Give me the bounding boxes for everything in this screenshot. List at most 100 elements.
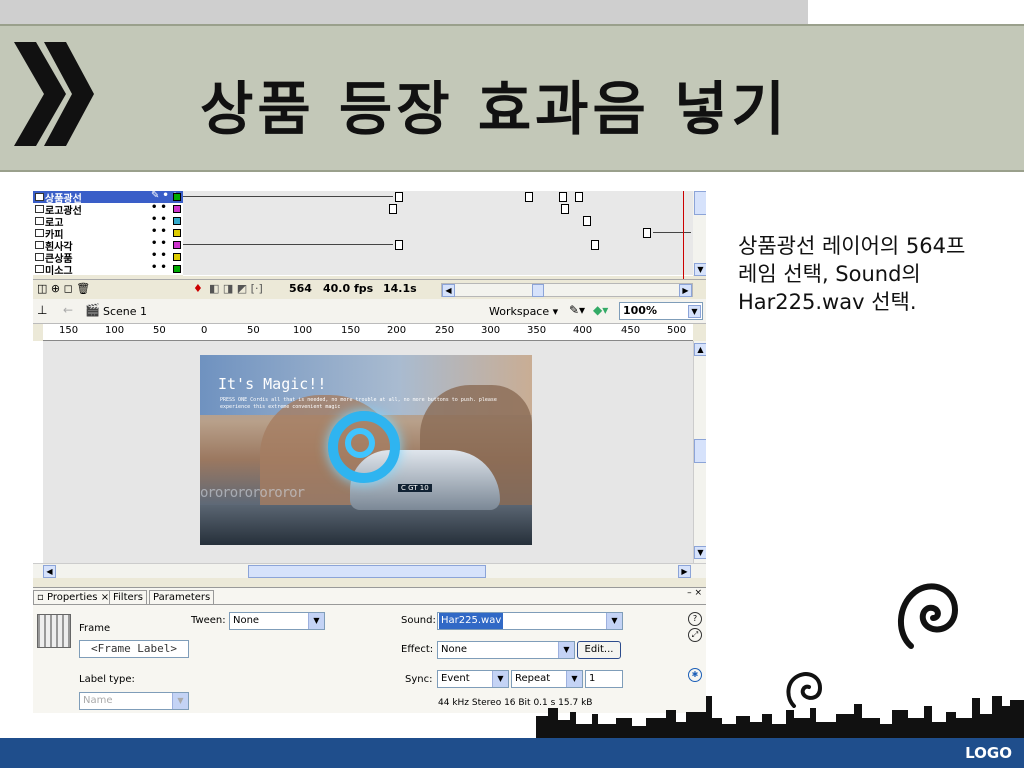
scene-icon: 🎬 <box>85 303 100 317</box>
accessibility-icon[interactable]: ✱ <box>688 668 702 682</box>
chevron-down-icon[interactable]: ▼ <box>606 613 622 629</box>
layer-color-square[interactable] <box>173 205 181 213</box>
flash-screenshot: 상품광선 ✎•• 로고광선 •• 로고 •• 카피 •• 흰사각 •• 큰상품 •• 미소그… <box>33 191 706 713</box>
scroll-left-icon[interactable]: ◀ <box>43 565 56 578</box>
art-road <box>200 505 532 545</box>
scroll-right-icon[interactable]: ▶ <box>679 284 692 297</box>
layer-color-square[interactable] <box>173 229 181 237</box>
timeline-vertical-scrollbar[interactable]: ▼ <box>693 191 706 276</box>
scroll-up-icon[interactable]: ▲ <box>694 343 706 356</box>
help-icon[interactable]: ? <box>688 612 702 626</box>
chevron-down-icon[interactable]: ▼ <box>172 693 188 709</box>
keyframe[interactable] <box>583 216 591 226</box>
ruler-tick: 200 <box>387 325 407 336</box>
keyframe[interactable] <box>591 240 599 250</box>
ruler-tick: 500 <box>667 325 687 336</box>
tab-filters[interactable]: Filters <box>109 590 147 604</box>
layer-toggles[interactable]: •• <box>151 238 170 249</box>
scroll-down-icon[interactable]: ▼ <box>694 546 706 559</box>
sound-value: Har225.wav <box>439 613 504 629</box>
tween-value: None <box>233 615 260 626</box>
layer-icon <box>35 253 44 261</box>
layer-icon <box>35 205 44 213</box>
layer-color-square[interactable] <box>173 241 181 249</box>
timeline-toggle-icon[interactable]: ⊥ <box>37 303 47 317</box>
tab-properties[interactable]: ▫ Properties × <box>33 590 114 604</box>
workspace-label: Workspace <box>489 305 550 318</box>
keyframe[interactable] <box>559 192 567 202</box>
chevron-down-icon[interactable]: ▼ <box>566 671 582 687</box>
timeline-tool-icons[interactable]: ◫ ⊕ ◻ 🗑 <box>37 282 90 295</box>
layer-color-square[interactable] <box>173 193 181 201</box>
timeline-frames[interactable] <box>183 191 693 281</box>
layer-toggles[interactable]: •• <box>151 226 170 237</box>
back-arrow-icon[interactable]: ← <box>63 303 73 317</box>
chevron-down-icon[interactable]: ▼ <box>492 671 508 687</box>
scroll-thumb[interactable] <box>248 565 486 578</box>
scroll-thumb[interactable] <box>532 284 544 297</box>
label-type-label: Label type: <box>79 674 135 685</box>
repeat-select[interactable]: Repeat ▼ <box>511 670 583 688</box>
scene-name[interactable]: Scene 1 <box>103 305 147 318</box>
ruler-tick: 50 <box>247 325 260 336</box>
keyframe[interactable] <box>395 240 403 250</box>
edit-scene-icon[interactable]: ◆▾ <box>593 303 608 317</box>
scroll-thumb[interactable] <box>694 191 706 215</box>
layer-color-square[interactable] <box>173 217 181 225</box>
scroll-left-icon[interactable]: ◀ <box>442 284 455 297</box>
layer-toggles[interactable]: •• <box>151 250 170 261</box>
playhead-marker-icon: ♦ <box>193 282 203 295</box>
logo: LOGO <box>965 744 1012 762</box>
frame-label-field[interactable]: <Frame Label> <box>79 640 189 658</box>
keyframe[interactable] <box>389 204 397 214</box>
scroll-thumb[interactable] <box>694 439 706 463</box>
stage-artwork[interactable]: C GT 10 ororororororor It's Magic!! PRES… <box>200 355 532 545</box>
ruler-tick: 400 <box>573 325 593 336</box>
tab-label: Parameters <box>153 592 211 603</box>
edit-symbol-icon[interactable]: ✎▾ <box>569 303 585 317</box>
timeline-layers: 상품광선 ✎•• 로고광선 •• 로고 •• 카피 •• 흰사각 •• 큰상품 •• 미소그… <box>33 191 183 277</box>
repeat-value: Repeat <box>515 673 551 684</box>
onion-skin-icons[interactable]: ◧ ◨ ◩ [·] <box>209 282 263 295</box>
stage[interactable]: C GT 10 ororororororor It's Magic!! PRES… <box>43 341 693 563</box>
tween-line <box>183 196 393 197</box>
effect-select[interactable]: None ▼ <box>437 641 575 659</box>
double-chevron-icon <box>14 42 94 146</box>
zoom-select[interactable]: 100% ▼ <box>619 302 703 320</box>
frame-row[interactable] <box>183 263 693 276</box>
footer-bar: LOGO <box>0 738 1024 768</box>
repeat-count-field[interactable]: 1 <box>585 670 623 688</box>
tab-parameters[interactable]: Parameters <box>149 590 215 604</box>
layer-color-square[interactable] <box>173 265 181 273</box>
tween-select[interactable]: None ▼ <box>229 612 325 630</box>
edit-button[interactable]: Edit... <box>577 641 621 659</box>
tab-label: Properties <box>46 592 98 603</box>
layer-toggles[interactable]: •• <box>151 202 170 213</box>
label-type-select[interactable]: Name ▼ <box>79 692 189 710</box>
layer-toggles[interactable]: •• <box>151 262 170 273</box>
stage-vertical-scrollbar[interactable]: ▲ ▼ <box>693 341 706 563</box>
keyframe[interactable] <box>395 192 403 202</box>
collapse-icon[interactable]: ⤢ <box>688 628 702 642</box>
scroll-right-icon[interactable]: ▶ <box>678 565 691 578</box>
chevron-down-icon[interactable]: ▼ <box>688 305 701 318</box>
scroll-down-icon[interactable]: ▼ <box>694 263 706 276</box>
sound-select[interactable]: Har225.wav ▼ <box>437 612 623 630</box>
keyframe[interactable] <box>525 192 533 202</box>
layer-icon <box>35 229 44 237</box>
sync-select[interactable]: Event ▼ <box>437 670 509 688</box>
layer-toggles[interactable]: •• <box>151 214 170 225</box>
layer-color-square[interactable] <box>173 253 181 261</box>
keyframe[interactable] <box>561 204 569 214</box>
layer-row[interactable]: 미소그 •• <box>33 262 183 277</box>
timeline-horizontal-scrollbar[interactable]: ◀ ▶ <box>441 283 693 297</box>
workspace-menu[interactable]: Workspace ▾ <box>489 305 558 318</box>
chevron-down-icon[interactable]: ▼ <box>308 613 324 629</box>
panel-menu-icon[interactable]: – × <box>687 588 702 598</box>
keyframe[interactable] <box>643 228 651 238</box>
ruler-tick: 300 <box>481 325 501 336</box>
keyframe[interactable] <box>575 192 583 202</box>
stage-horizontal-scrollbar[interactable]: ◀ ▶ <box>33 563 706 578</box>
playhead[interactable] <box>683 191 684 281</box>
chevron-down-icon[interactable]: ▼ <box>558 642 574 658</box>
